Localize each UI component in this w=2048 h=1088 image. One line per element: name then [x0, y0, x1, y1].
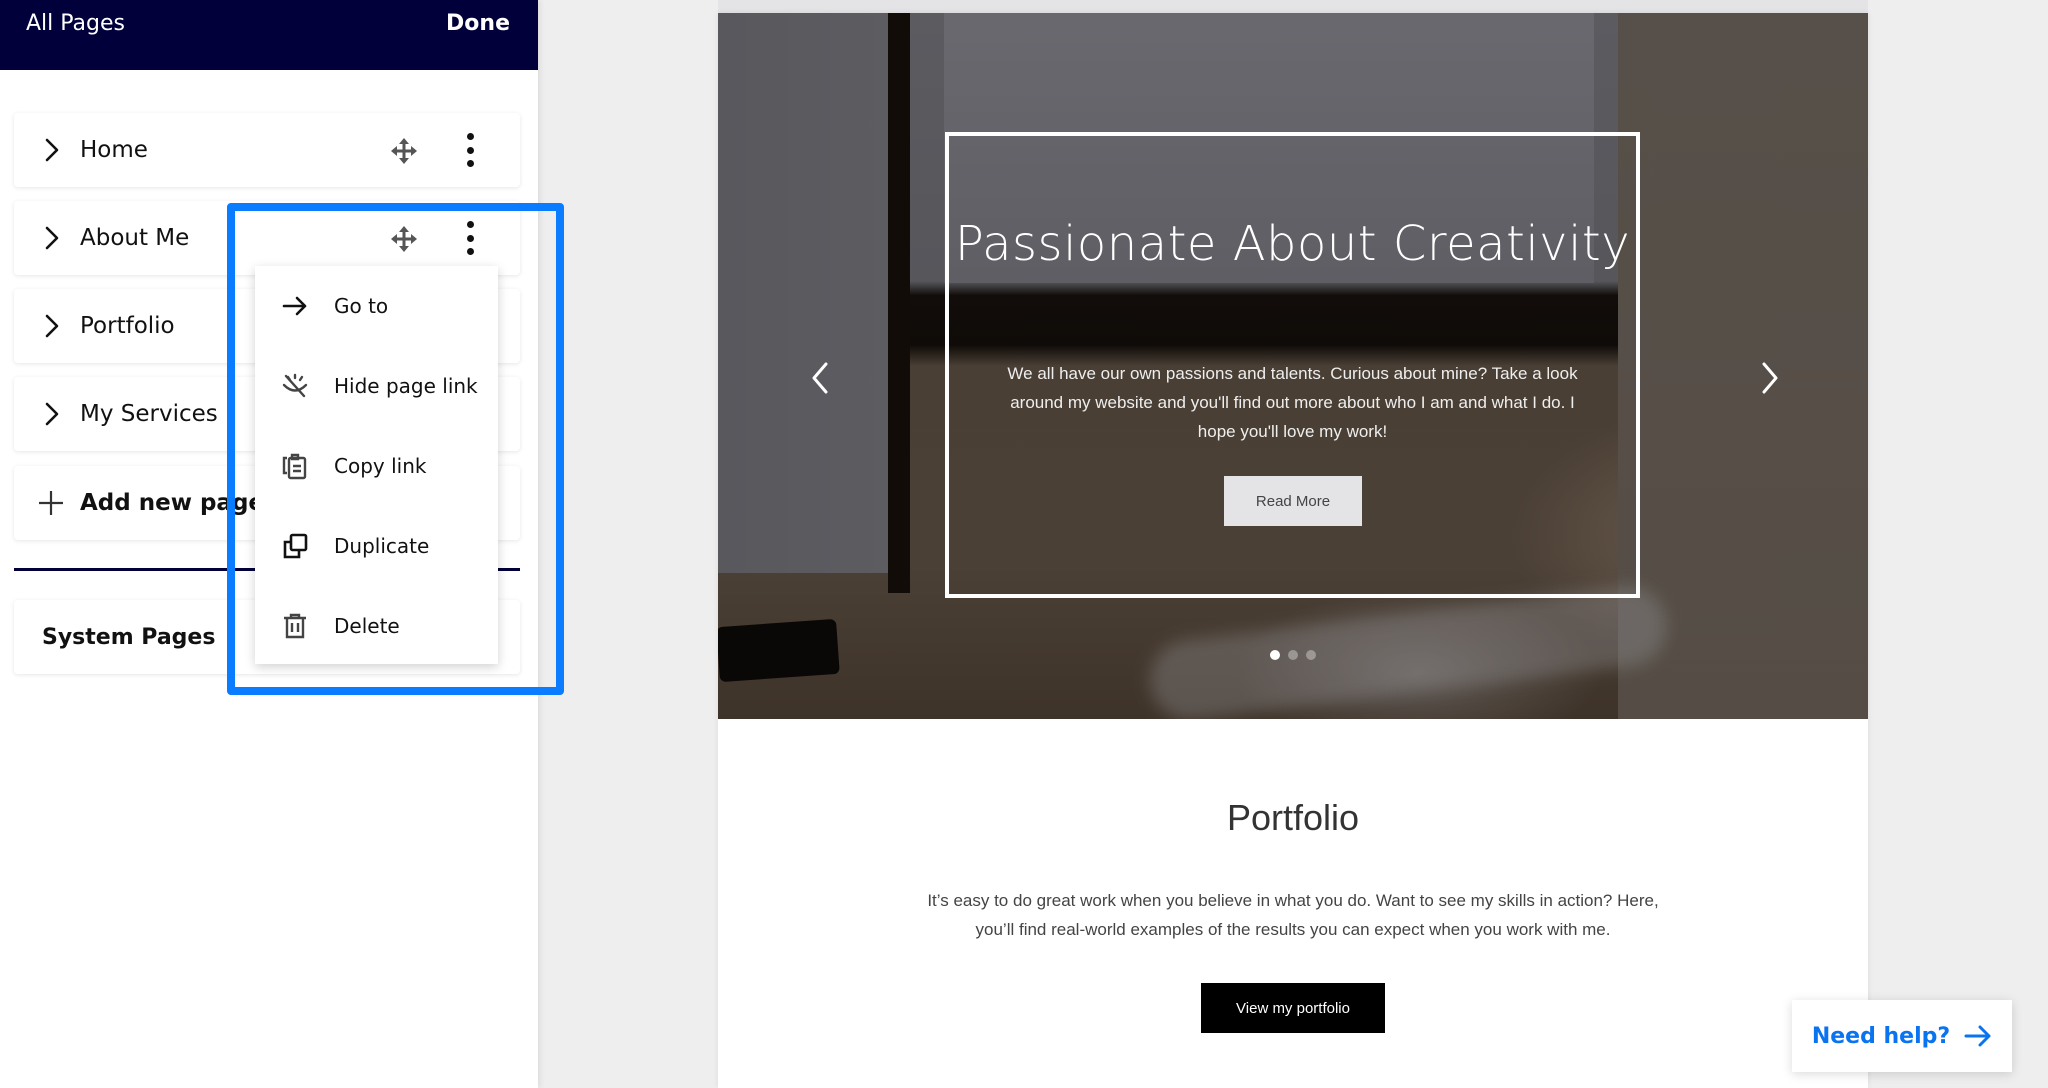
- menu-item-copy-link[interactable]: Copy link: [255, 426, 498, 506]
- portfolio-text: It’s easy to do great work when you beli…: [927, 891, 1659, 939]
- chevron-right-icon[interactable]: [40, 401, 64, 427]
- chevron-right-icon[interactable]: [40, 313, 64, 339]
- page-label: About Me: [80, 225, 190, 251]
- page-context-menu: Go to Hide page link Copy link Duplicate…: [255, 266, 498, 664]
- hero-slider: Passionate About Creativity We all have …: [718, 13, 1868, 719]
- system-pages-label: System Pages: [42, 624, 216, 650]
- trash-icon: [284, 613, 306, 639]
- menu-label: Delete: [334, 614, 400, 638]
- portfolio-title: Portfolio: [1226, 797, 1360, 838]
- more-options-icon[interactable]: [464, 221, 476, 255]
- sidebar-title: All Pages: [26, 10, 125, 36]
- menu-item-delete[interactable]: Delete: [255, 586, 498, 666]
- move-icon[interactable]: [390, 137, 418, 165]
- hero-title: Passionate About Creativity: [954, 216, 1631, 272]
- done-button[interactable]: Done: [446, 11, 510, 36]
- slider-dot[interactable]: [1306, 650, 1316, 660]
- page-label: Home: [80, 137, 148, 163]
- page-label: My Services: [80, 401, 218, 427]
- arrow-right-icon: [1964, 1025, 1991, 1047]
- hero-image-detail: [718, 618, 840, 683]
- chevron-right-icon[interactable]: [40, 225, 64, 251]
- menu-label: Copy link: [334, 454, 427, 478]
- menu-item-go-to[interactable]: Go to: [255, 266, 498, 346]
- page-label: Portfolio: [80, 313, 175, 339]
- menu-label: Duplicate: [334, 534, 430, 558]
- menu-label: Go to: [334, 294, 389, 318]
- arrow-right-icon: [282, 296, 307, 316]
- slider-dot[interactable]: [1270, 650, 1280, 660]
- hero-background-image: [718, 13, 888, 573]
- menu-item-duplicate[interactable]: Duplicate: [255, 506, 498, 586]
- menu-label: Hide page link: [334, 374, 478, 398]
- plus-icon: [39, 491, 63, 515]
- chevron-right-icon[interactable]: [40, 137, 64, 163]
- menu-item-hide-page-link[interactable]: Hide page link: [255, 346, 498, 426]
- move-icon[interactable]: [390, 225, 418, 253]
- copy-link-icon: [282, 453, 307, 480]
- preview-top-bar: [718, 0, 1868, 13]
- view-portfolio-button[interactable]: View my portfolio: [1201, 983, 1385, 1033]
- read-more-button[interactable]: Read More: [1224, 476, 1362, 526]
- need-help-button[interactable]: Need help?: [1792, 1000, 2012, 1072]
- slider-next-icon[interactable]: [1760, 361, 1780, 395]
- hero-image-detail: [1145, 581, 1671, 719]
- slider-dot[interactable]: [1288, 650, 1298, 660]
- duplicate-icon: [283, 533, 308, 559]
- page-row-about-me[interactable]: About Me: [14, 201, 520, 275]
- hero-image-detail: [888, 13, 910, 593]
- add-new-page-label: Add new page: [80, 490, 265, 516]
- hero-text: We all have our own passions and talents…: [1007, 364, 1578, 441]
- eye-off-icon: [282, 373, 308, 398]
- need-help-label: Need help?: [1811, 1023, 1951, 1049]
- website-preview: Passionate About Creativity We all have …: [718, 13, 1868, 1088]
- more-options-icon[interactable]: [464, 133, 476, 167]
- slider-dots: [1270, 650, 1316, 660]
- slider-prev-icon[interactable]: [810, 361, 830, 395]
- sidebar-header: All Pages Done: [0, 0, 538, 70]
- page-row-home[interactable]: Home: [14, 113, 520, 187]
